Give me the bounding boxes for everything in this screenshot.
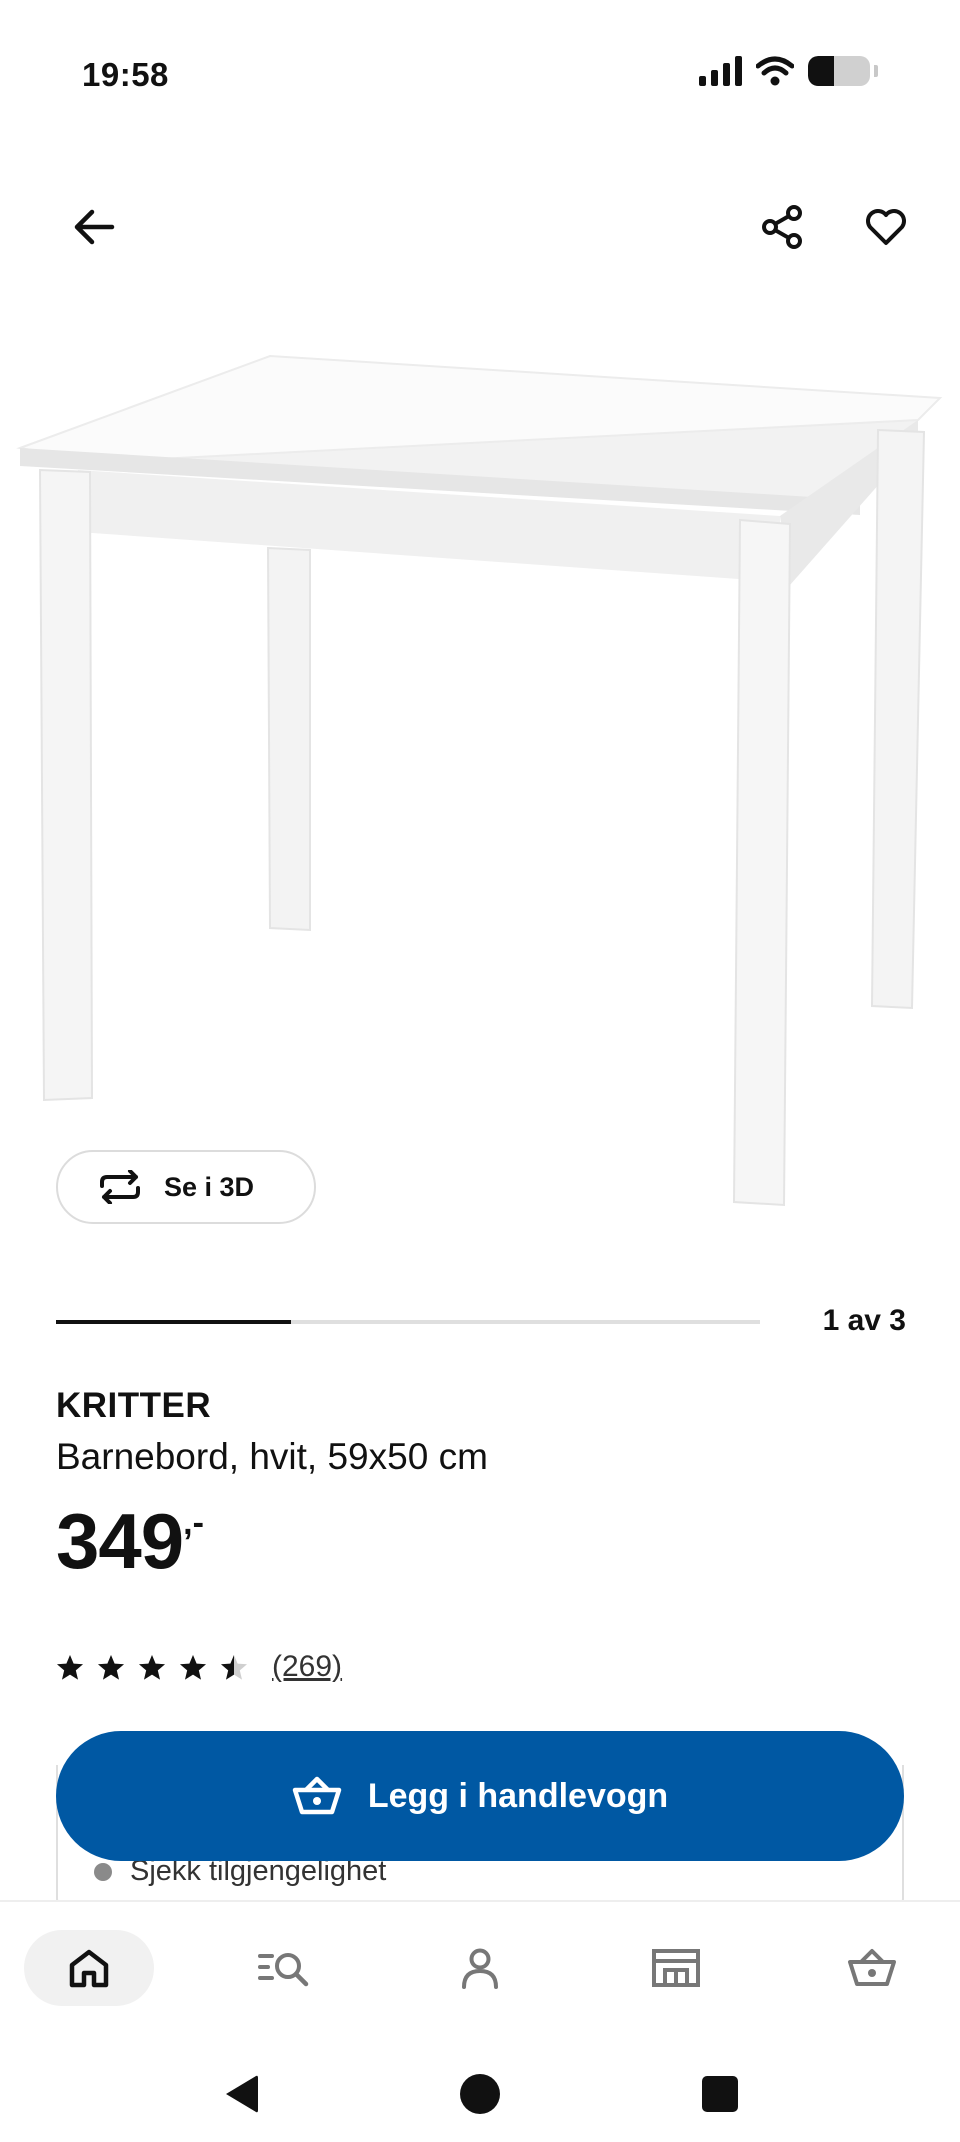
favorite-button[interactable]: [846, 187, 926, 267]
person-icon: [462, 1948, 498, 1989]
system-back-button[interactable]: [210, 2064, 270, 2124]
circle-home-icon: [460, 2074, 500, 2114]
add-to-cart-button[interactable]: Legg i handlevogn: [56, 1731, 904, 1861]
nav-search[interactable]: [219, 1930, 349, 2006]
nav-home[interactable]: [24, 1930, 154, 2006]
product-price: 349 ,-: [56, 1502, 204, 1580]
add-to-cart-label: Legg i handlevogn: [367, 1776, 669, 1815]
product-description: Barnebord, hvit, 59x50 cm: [56, 1436, 488, 1477]
square-recents-icon: [702, 2076, 738, 2112]
status-icons: [699, 56, 878, 86]
star-icon: [221, 1654, 247, 1680]
store-icon: [652, 1949, 700, 1987]
battery-icon: [808, 56, 870, 86]
rotate-icon: [100, 1170, 140, 1204]
product-brand: KRITTER: [56, 1386, 212, 1425]
carousel-track: [56, 1320, 760, 1324]
product-rating[interactable]: (269): [56, 1650, 342, 1684]
price-suffix: ,-: [183, 1504, 204, 1542]
image-carousel-indicator: 1 av 3: [56, 1304, 906, 1344]
system-home-button[interactable]: [450, 2064, 510, 2124]
home-icon: [69, 1949, 109, 1988]
view-3d-button[interactable]: Se i 3D: [56, 1150, 316, 1224]
rating-stars: [56, 1654, 248, 1681]
status-time: 19:58: [82, 56, 169, 93]
star-icon: [57, 1654, 83, 1680]
basket-icon: [292, 1776, 342, 1815]
share-button[interactable]: [742, 187, 822, 267]
star-icon: [139, 1654, 165, 1680]
top-bar: [0, 180, 960, 270]
system-navigation-bar: [0, 2034, 960, 2142]
search-list-icon: [258, 1953, 309, 1987]
availability-status-dot: [94, 1862, 112, 1881]
star-icon: [98, 1654, 124, 1680]
star-icon: [180, 1654, 206, 1680]
system-recents-button[interactable]: [690, 2064, 750, 2124]
signal-icon: [699, 56, 742, 86]
nav-stores[interactable]: [611, 1930, 741, 2006]
rating-count[interactable]: (269): [272, 1650, 342, 1684]
wifi-icon: [756, 56, 794, 86]
view-3d-label: Se i 3D: [164, 1171, 255, 1202]
bottom-navigation: [0, 1900, 960, 2034]
status-bar: 19:58: [0, 0, 960, 150]
arrow-left-icon: [74, 209, 115, 245]
nav-cart[interactable]: [807, 1930, 937, 2006]
nav-account[interactable]: [415, 1930, 545, 2006]
product-image[interactable]: [0, 300, 960, 1240]
triangle-back-icon: [226, 2075, 258, 2113]
share-icon: [762, 205, 802, 249]
image-counter: 1 av 3: [822, 1304, 906, 1337]
heart-icon: [866, 209, 906, 245]
back-button[interactable]: [54, 187, 134, 267]
price-value: 349: [56, 1497, 184, 1585]
carousel-progress: [56, 1320, 291, 1324]
basket-icon: [848, 1949, 896, 1986]
